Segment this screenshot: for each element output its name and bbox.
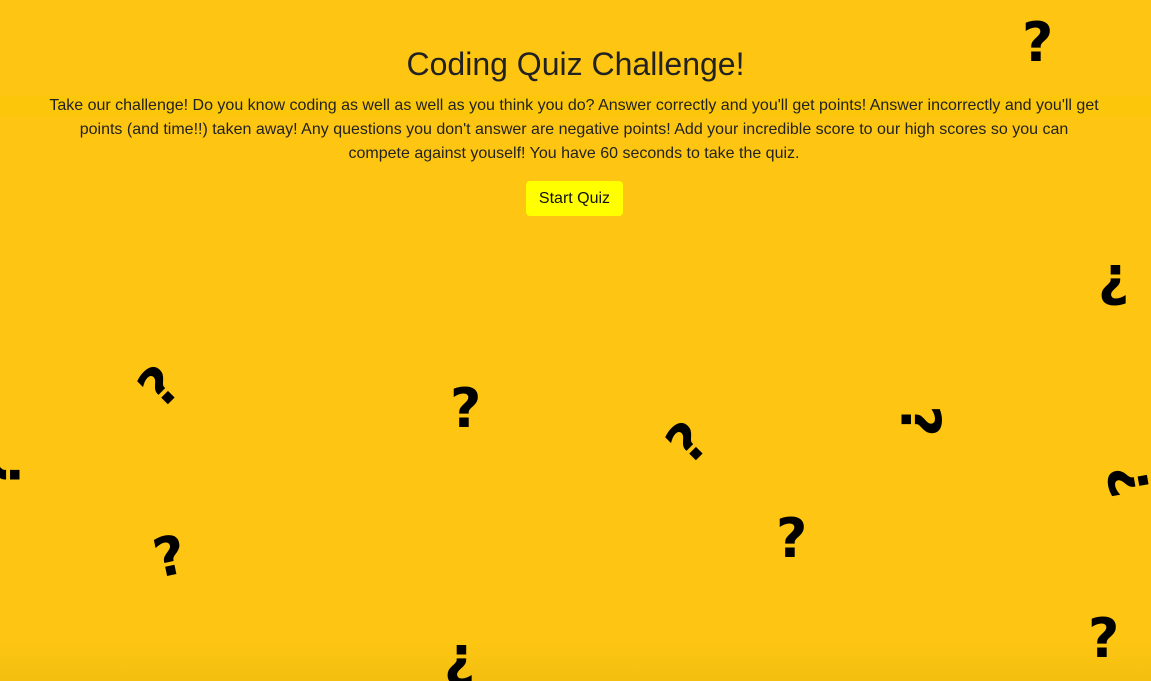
question-mark-icon: ? — [147, 522, 192, 591]
question-mark-icon: ? — [125, 353, 193, 420]
start-quiz-button[interactable]: Start Quiz — [526, 181, 623, 216]
question-mark-icon: ? — [0, 457, 33, 488]
question-mark-icon: ? — [653, 409, 721, 476]
question-mark-icon: ? — [776, 507, 808, 570]
question-mark-icon: ? — [1098, 252, 1130, 315]
question-mark-icon: ? — [1088, 607, 1120, 670]
bottom-fade — [0, 640, 1151, 681]
intro-text: Take our challenge! Do you know coding a… — [49, 97, 1099, 162]
question-mark-icon: ? — [1022, 11, 1054, 74]
question-mark-icon: ? — [888, 405, 952, 437]
question-mark-icon: ? — [444, 632, 476, 681]
question-mark-icon: ? — [450, 377, 482, 440]
question-mark-icon: ? — [1095, 460, 1151, 502]
page-title: Coding Quiz Challenge! — [406, 46, 745, 82]
